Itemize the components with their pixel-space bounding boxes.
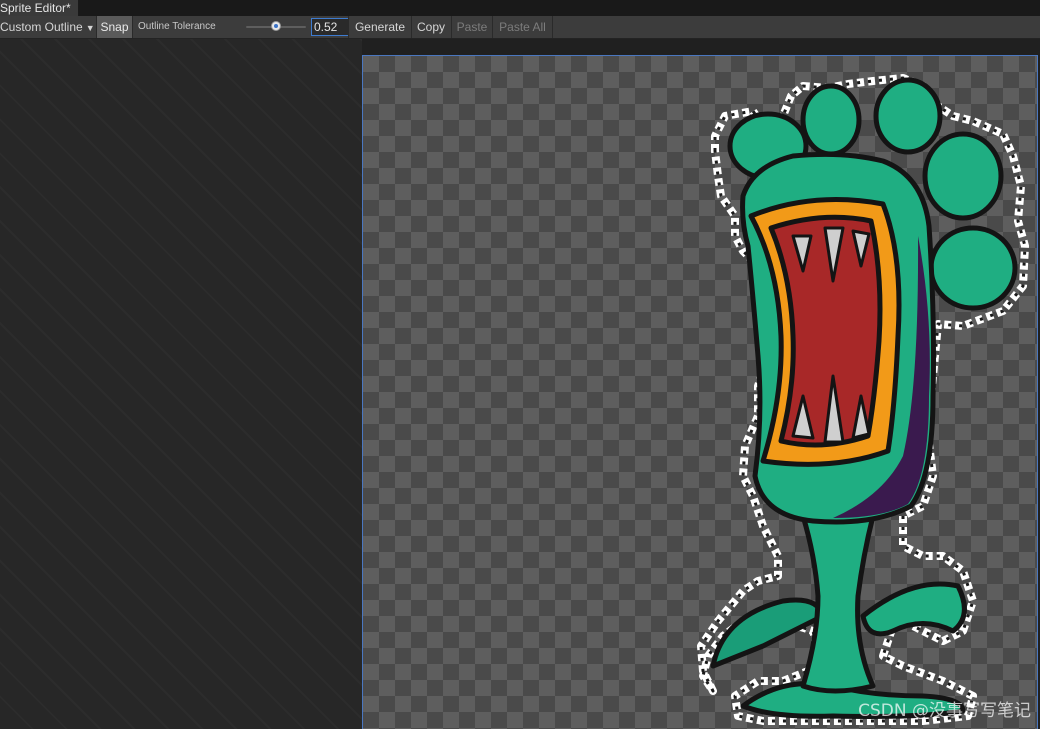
watermark-text: CSDN @没事写写笔记 xyxy=(858,701,1031,721)
sprite-canvas[interactable]: CSDN @没事写写笔记 xyxy=(362,55,1038,729)
slider-thumb-icon[interactable] xyxy=(271,21,281,31)
sprite-editor-toolbar: Custom Outline▼ Snap Outline Tolerance G… xyxy=(0,16,1040,39)
paste-all-button[interactable]: Paste All xyxy=(493,16,553,38)
tab-sprite-editor[interactable]: Sprite Editor* xyxy=(0,0,79,16)
outline-tolerance-input[interactable] xyxy=(311,18,349,36)
chevron-down-icon: ▼ xyxy=(85,23,95,33)
mode-dropdown-label: Custom Outline xyxy=(0,20,83,34)
left-panel xyxy=(0,39,362,729)
outline-tolerance-label: Outline Tolerance xyxy=(138,21,216,32)
canvas-header-strip xyxy=(362,39,1040,55)
snap-button[interactable]: Snap xyxy=(97,16,133,38)
window-tab-bar: Sprite Editor* xyxy=(0,0,1040,16)
paste-button[interactable]: Paste xyxy=(452,16,493,38)
copy-button[interactable]: Copy xyxy=(411,16,452,38)
mode-dropdown[interactable]: Custom Outline ▼ xyxy=(0,16,97,38)
generate-button[interactable]: Generate xyxy=(348,16,412,38)
plant-sprite-image xyxy=(697,74,1029,725)
